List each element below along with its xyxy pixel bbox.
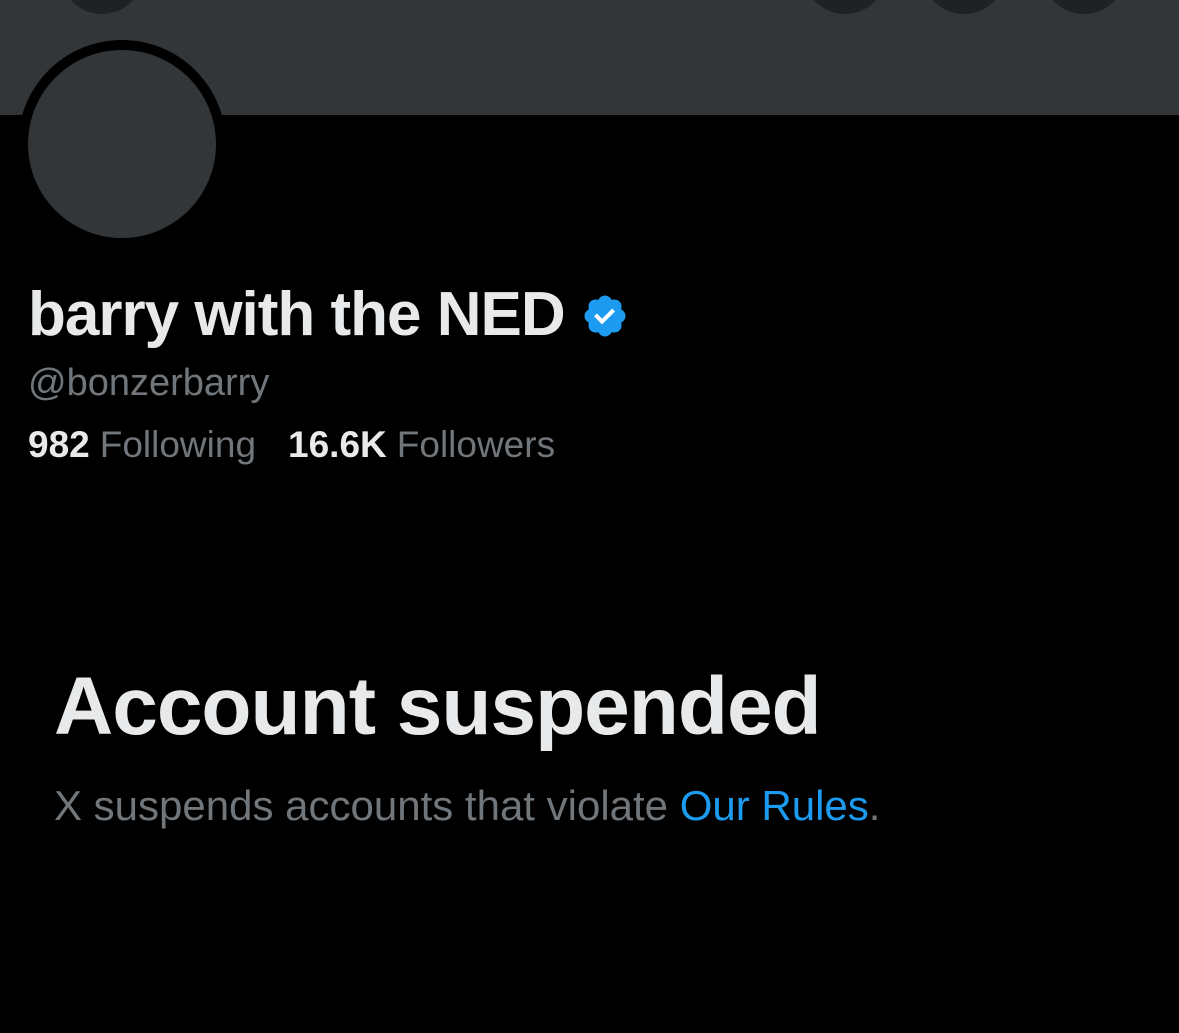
search-button[interactable] [803,0,887,14]
profile-name-row: barry with the NED [28,276,629,352]
more-options-button[interactable] [1042,0,1126,14]
suspension-title: Account suspended [54,661,822,752]
avatar[interactable] [28,50,216,238]
profile-handle: @bonzerbarry [28,362,270,404]
following-label: Following [99,424,257,465]
display-name: barry with the NED [28,279,566,349]
share-button[interactable] [922,0,1006,14]
our-rules-link[interactable]: Our Rules [680,782,869,829]
following-link[interactable]: 982 Following [28,424,256,466]
profile-stats: 982 Following 16.6K Followers [28,424,555,466]
followers-label: Followers [396,424,556,465]
following-count: 982 [28,424,90,465]
back-button[interactable] [60,0,144,14]
suspension-desc-prefix: X suspends accounts that violate [54,782,680,829]
followers-count: 16.6K [288,424,387,465]
avatar-border [18,40,226,248]
suspension-description: X suspends accounts that violate Our Rul… [54,782,880,830]
verified-badge-icon[interactable] [581,292,629,340]
suspension-desc-suffix: . [868,782,881,829]
followers-link[interactable]: 16.6K Followers [288,424,555,466]
